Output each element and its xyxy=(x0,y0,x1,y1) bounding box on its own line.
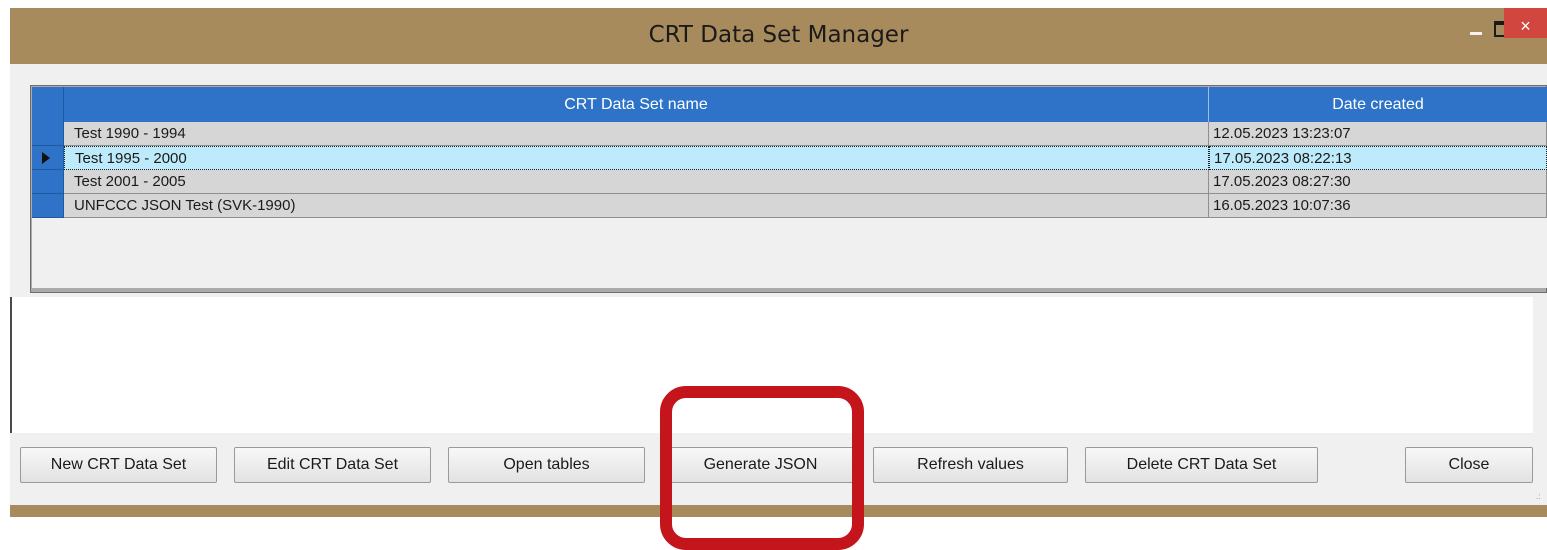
grid-empty-area xyxy=(32,218,1547,288)
refresh-values-button[interactable]: Refresh values xyxy=(873,447,1068,483)
panel-edge xyxy=(1533,297,1547,433)
row-header[interactable] xyxy=(32,170,64,194)
grid-header: CRT Data Set name Date created xyxy=(32,87,1547,122)
generate-json-button[interactable]: Generate JSON xyxy=(662,447,859,483)
close-icon[interactable]: × xyxy=(1504,8,1547,38)
cell-name[interactable]: Test 1990 - 1994 xyxy=(64,122,1209,146)
row-header[interactable] xyxy=(32,146,64,170)
cell-date[interactable]: 16.05.2023 10:07:36 xyxy=(1209,194,1547,218)
table-row[interactable]: UNFCCC JSON Test (SVK-1990) 16.05.2023 1… xyxy=(32,194,1547,218)
cell-name[interactable]: Test 2001 - 2005 xyxy=(64,170,1209,194)
grid-corner-header[interactable] xyxy=(32,87,64,122)
data-set-grid[interactable]: CRT Data Set name Date created Test 1990… xyxy=(30,85,1547,293)
row-header[interactable] xyxy=(32,194,64,218)
table-row[interactable]: Test 1995 - 2000 17.05.2023 08:22:13 xyxy=(32,146,1547,170)
table-row[interactable]: Test 2001 - 2005 17.05.2023 08:27:30 xyxy=(32,170,1547,194)
details-panel xyxy=(10,297,1547,433)
open-tables-button[interactable]: Open tables xyxy=(448,447,645,483)
cell-date[interactable]: 17.05.2023 08:22:13 xyxy=(1209,146,1547,170)
resize-grip-icon[interactable]: .: xyxy=(1536,492,1544,502)
cell-date[interactable]: 17.05.2023 08:27:30 xyxy=(1209,170,1547,194)
cell-name[interactable]: Test 1995 - 2000 xyxy=(64,146,1209,170)
close-button[interactable]: Close xyxy=(1405,447,1533,483)
cell-date[interactable]: 12.05.2023 13:23:07 xyxy=(1209,122,1547,146)
window-title: CRT Data Set Manager xyxy=(648,22,909,48)
delete-data-set-button[interactable]: Delete CRT Data Set xyxy=(1085,447,1318,483)
title-bar[interactable]: CRT Data Set Manager × xyxy=(10,8,1547,64)
row-header[interactable] xyxy=(32,122,64,146)
window-bottom-border xyxy=(10,505,1547,517)
table-row[interactable]: Test 1990 - 1994 12.05.2023 13:23:07 xyxy=(32,122,1547,146)
column-header-name[interactable]: CRT Data Set name xyxy=(64,87,1209,122)
cell-name[interactable]: UNFCCC JSON Test (SVK-1990) xyxy=(64,194,1209,218)
column-header-date[interactable]: Date created xyxy=(1209,87,1547,122)
new-data-set-button[interactable]: New CRT Data Set xyxy=(20,447,217,483)
current-row-arrow-icon xyxy=(42,152,50,164)
edit-data-set-button[interactable]: Edit CRT Data Set xyxy=(234,447,431,483)
